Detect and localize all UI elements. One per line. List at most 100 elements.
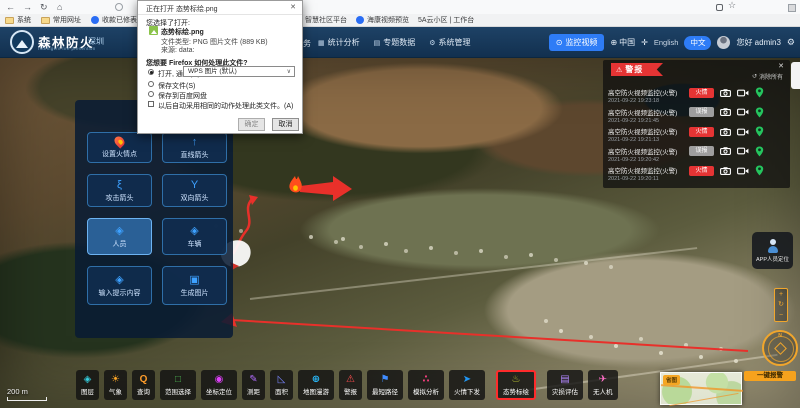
- tool-button[interactable]: ◈ 车辆: [162, 218, 227, 255]
- fullscreen-icon[interactable]: ✛: [641, 38, 648, 47]
- alarm-action-button[interactable]: 火情: [689, 88, 714, 98]
- address-bar-icon[interactable]: [115, 3, 123, 11]
- video-camera-icon[interactable]: [737, 128, 749, 136]
- home-icon[interactable]: ⌂: [57, 1, 62, 13]
- toolbar-button[interactable]: ✈ 无人机: [588, 370, 618, 400]
- dialog-close-icon[interactable]: ✕: [290, 3, 296, 11]
- ok-button[interactable]: 确定: [238, 118, 265, 131]
- reload-icon[interactable]: ↻: [40, 1, 48, 13]
- alarm-action-button[interactable]: 火情: [689, 127, 714, 137]
- toolbar-button[interactable]: ⚠ 警报: [339, 370, 362, 400]
- toolbar-button[interactable]: Q 查询: [132, 370, 155, 400]
- lang-english-toggle[interactable]: English: [654, 38, 679, 47]
- toolbar-button[interactable]: ☀ 气象: [104, 370, 127, 400]
- open-with-dropdown[interactable]: WPS 图片 (默认) ∨: [183, 66, 295, 77]
- toolbar-button[interactable]: ▤ 灾损评估: [547, 370, 583, 400]
- toolbar-button[interactable]: ✎ 测距: [242, 370, 265, 400]
- quick-alarm-button[interactable]: 一键报警: [744, 371, 796, 381]
- toolbar-button[interactable]: ◈ 图层: [76, 370, 99, 400]
- remember-action-label[interactable]: 以后自动采用相同的动作处理此类文件。(A): [158, 101, 293, 111]
- toolbar-button[interactable]: ➤ 火情下发: [449, 370, 485, 400]
- collapsed-side-panel[interactable]: [791, 62, 800, 89]
- radio-save-file[interactable]: [148, 81, 154, 87]
- forward-icon[interactable]: →: [23, 1, 32, 13]
- user-avatar[interactable]: [717, 36, 730, 49]
- alarm-row[interactable]: 高空防火视频监控(火警) 2021-09-22 19:21:45 误报: [608, 107, 786, 127]
- alarm-action-button[interactable]: 误报: [689, 146, 714, 156]
- radio-save-baidu[interactable]: [148, 91, 154, 97]
- camera-icon[interactable]: [720, 108, 731, 116]
- bookmark-star-icon[interactable]: ☆: [728, 0, 736, 11]
- map-zoom-control[interactable]: + ↻ −: [774, 288, 788, 322]
- location-pin-icon[interactable]: [755, 87, 764, 98]
- nav-menu-item[interactable]: ▤ 专题数据: [374, 37, 416, 48]
- bookmark-item[interactable]: 海康视频预览: [356, 15, 409, 25]
- back-icon[interactable]: ←: [6, 1, 15, 13]
- video-camera-icon[interactable]: [737, 89, 749, 97]
- tool-button[interactable]: ↑ 直线箭头: [162, 132, 227, 163]
- tool-button[interactable]: Y 双向箭头: [162, 174, 227, 207]
- video-camera-icon[interactable]: [737, 108, 749, 116]
- camera-icon[interactable]: [720, 89, 731, 97]
- zoom-control-button[interactable]: −: [779, 312, 783, 319]
- location-pin-icon[interactable]: [755, 126, 764, 137]
- city-label[interactable]: 深圳: [88, 36, 104, 47]
- toolbar-button[interactable]: ⚑ 最短路径: [367, 370, 403, 400]
- location-pin-icon[interactable]: [755, 146, 764, 157]
- extensions-icon[interactable]: [716, 4, 723, 11]
- app-person-locate-widget[interactable]: APP人员定位: [752, 232, 793, 269]
- toolbar-button-label: 警报: [344, 386, 357, 396]
- toolbar-button[interactable]: ∴ 模拟分析: [408, 370, 444, 400]
- user-greeting[interactable]: 您好 admin3: [736, 37, 780, 48]
- alarm-row[interactable]: 高空防火视频监控(火警) 2021-09-22 19:23:18 火情: [608, 87, 786, 107]
- clear-all-button[interactable]: ↺ 消除所有: [752, 72, 783, 81]
- toolbar-button[interactable]: ◺ 面积: [270, 370, 293, 400]
- nav-menu-item-partial[interactable]: 务: [303, 38, 311, 49]
- alarm-row[interactable]: 高空防火视频监控(火警) 2021-09-22 19:20:42 误报: [608, 146, 786, 166]
- radio-save-baidu-label[interactable]: 保存到百度网盘: [158, 91, 207, 101]
- tool-button[interactable]: ▣ 生成图片: [162, 266, 227, 305]
- alarm-action-button[interactable]: 火情: [689, 166, 714, 176]
- bookmark-item[interactable]: ⌂ 5A云小区 | 工作台: [418, 15, 474, 25]
- toolbar-button-icon: ✎: [249, 374, 257, 385]
- alarm-row[interactable]: 高空防火视频监控(火警) 2021-09-22 19:20:11 火情: [608, 165, 786, 185]
- radio-save-file-label[interactable]: 保存文件(S): [158, 81, 195, 91]
- nav-menu-item[interactable]: ⚙ 系统管理: [429, 37, 470, 48]
- nav-menu-item[interactable]: ▦ 统计分析: [318, 37, 360, 48]
- overview-minimap[interactable]: 省图: [660, 372, 742, 405]
- monitor-video-button[interactable]: ⊙ 监控视频: [549, 34, 605, 51]
- tool-button[interactable]: 设置火情点: [87, 132, 152, 163]
- settings-gear-icon[interactable]: ⚙: [787, 37, 795, 48]
- toolbar-button[interactable]: ⊕ 地图漫游: [298, 370, 334, 400]
- zoom-control-button[interactable]: ↻: [778, 301, 784, 308]
- toolbar-button[interactable]: ◉ 坐标定位: [201, 370, 237, 400]
- alarm-row[interactable]: 高空防火视频监控(火警) 2021-09-22 19:21:13 火情: [608, 126, 786, 146]
- toolbar-button-label: 查询: [137, 386, 150, 396]
- video-camera-icon[interactable]: [737, 167, 749, 175]
- toolbar-button[interactable]: ♨ 态势标绘: [496, 370, 536, 400]
- remember-action-checkbox[interactable]: [148, 101, 154, 107]
- tool-button[interactable]: ◈ 输入提示内容: [87, 266, 152, 305]
- cancel-button[interactable]: 取消: [272, 118, 299, 131]
- location-pin-icon[interactable]: [755, 107, 764, 118]
- country-selector[interactable]: ⊕ 中国: [610, 37, 635, 48]
- tool-button[interactable]: ξ 攻击箭头: [87, 174, 152, 207]
- minimap-badge[interactable]: 省图: [663, 375, 680, 385]
- alarm-panel-close-icon[interactable]: ✕: [778, 62, 784, 70]
- compass-widget[interactable]: N: [762, 330, 798, 366]
- video-camera-icon[interactable]: [737, 147, 749, 155]
- toolbar-button[interactable]: □ 范围选择: [160, 370, 196, 400]
- zoom-control-button[interactable]: +: [779, 291, 783, 298]
- bookmark-item[interactable]: 系统: [5, 15, 31, 25]
- alarm-action-button[interactable]: 误报: [689, 107, 714, 117]
- sidebar-toggle-icon[interactable]: [788, 4, 796, 12]
- camera-icon[interactable]: [720, 167, 731, 175]
- camera-icon[interactable]: [720, 147, 731, 155]
- tool-button[interactable]: ◈ 人员: [87, 218, 152, 255]
- camera-icon[interactable]: [720, 128, 731, 136]
- lang-chinese-toggle[interactable]: 中文: [684, 36, 711, 50]
- radio-open-with[interactable]: [148, 69, 154, 75]
- bookmark-item[interactable]: 常用网址: [41, 15, 81, 25]
- bookmark-item[interactable]: 智慧社区平台: [305, 15, 347, 25]
- location-pin-icon[interactable]: [755, 165, 764, 176]
